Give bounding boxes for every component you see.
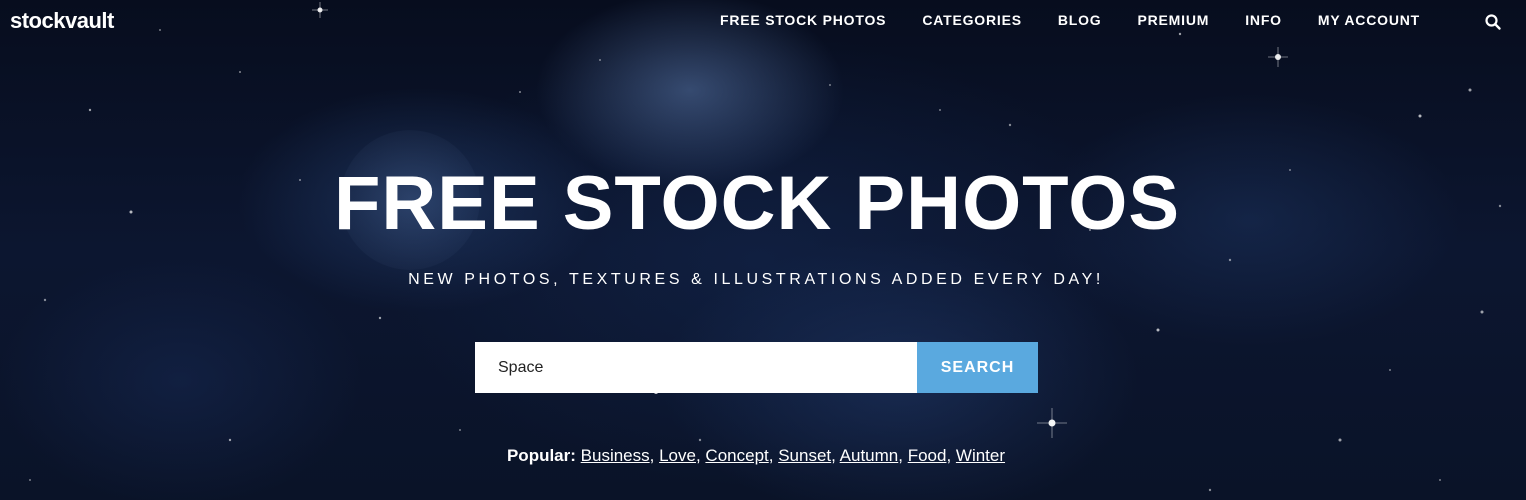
search-form: SEARCH (475, 342, 1038, 393)
nav-blog[interactable]: BLOG (1058, 12, 1102, 28)
main-nav: FREE STOCK PHOTOS CATEGORIES BLOG PREMIU… (720, 12, 1420, 28)
nav-premium[interactable]: PREMIUM (1138, 12, 1210, 28)
popular-tag-concept[interactable]: Concept (705, 446, 768, 465)
search-icon[interactable] (1484, 13, 1502, 31)
popular-tag-autumn[interactable]: Autumn (840, 446, 899, 465)
popular-label: Popular: (506, 446, 576, 465)
hero-title: FREE STOCK PHOTOS (333, 161, 1181, 246)
nav-my-account[interactable]: MY ACCOUNT (1318, 12, 1420, 28)
nav-info[interactable]: INFO (1245, 12, 1282, 28)
search-input[interactable] (475, 342, 917, 393)
nav-categories[interactable]: CATEGORIES (922, 12, 1022, 28)
search-button[interactable]: SEARCH (917, 342, 1038, 393)
hero-subtitle: NEW PHOTOS, TEXTURES & ILLUSTRATIONS ADD… (408, 271, 1104, 288)
popular-tag-winter[interactable]: Winter (956, 446, 1005, 465)
starfield-background (29, 2, 1502, 492)
popular-tags: Popular: Business, Love, Concept, Sunset… (506, 446, 1006, 465)
popular-tag-sunset[interactable]: Sunset (778, 446, 831, 465)
popular-tag-business[interactable]: Business (581, 446, 650, 465)
site-logo[interactable]: stockvault (10, 8, 114, 34)
popular-tag-love[interactable]: Love (659, 446, 696, 465)
nav-free-stock-photos[interactable]: FREE STOCK PHOTOS (720, 12, 886, 28)
popular-tag-food[interactable]: Food (908, 446, 947, 465)
